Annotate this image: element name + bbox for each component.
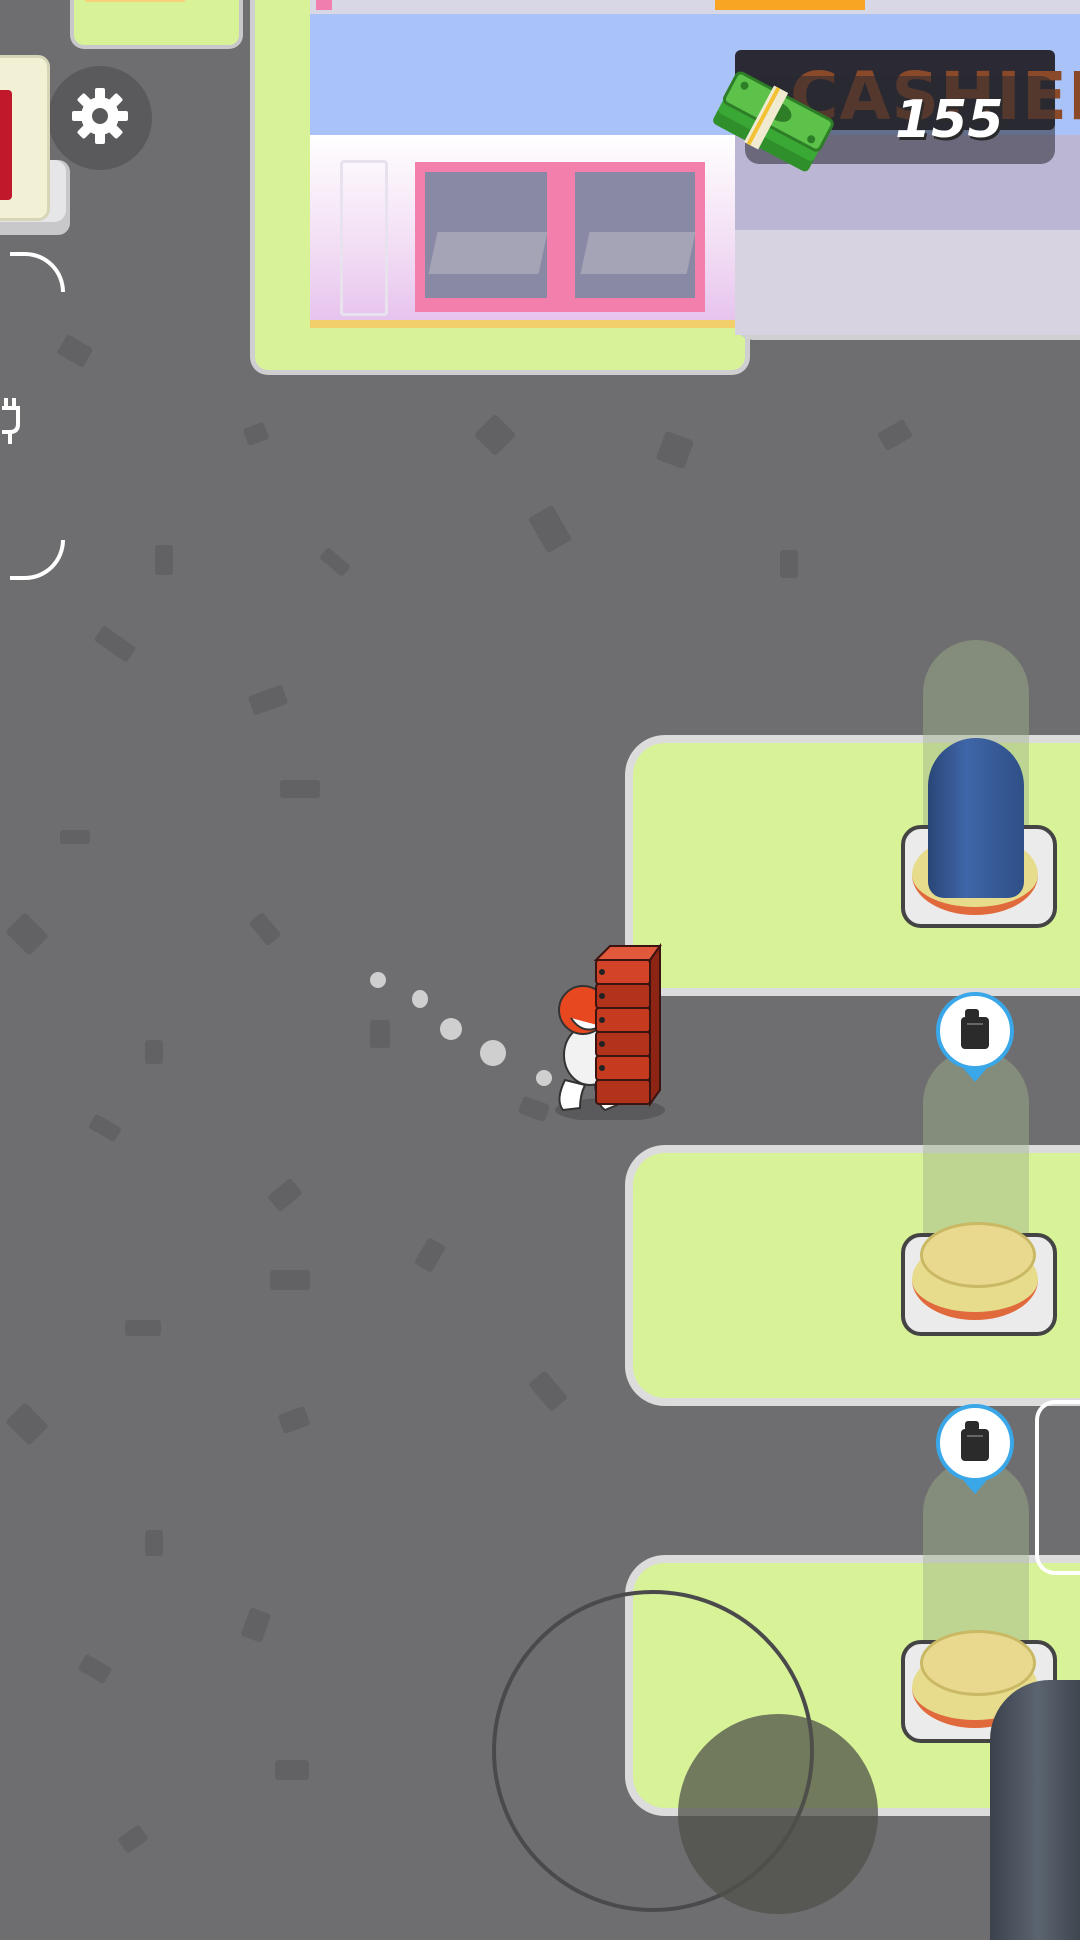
roof-strip-orange [715,0,865,10]
gas-canister-stack [592,942,664,1108]
building-trim [85,0,185,2]
hint-arc-top [10,252,65,292]
joystick-knob[interactable] [678,1714,878,1914]
parking-spot-outline [1035,1400,1080,1575]
shop-door [340,160,388,316]
gas-canister-icon [957,1007,993,1055]
fuel-tank [928,738,1024,898]
shop-window [415,162,705,312]
money-value: 155 [895,90,1004,150]
gear-icon [70,86,130,150]
gas-canister-icon [957,1419,993,1467]
fuel-request-pin [936,992,1014,1070]
vending-machine-screen [0,90,12,200]
settings-button[interactable] [48,66,152,170]
customer-car [990,1680,1080,1940]
shop-floor-trim [310,320,735,328]
shop-roof-edge [310,0,1080,14]
building-fragment [70,0,243,49]
roof-strip-pink [316,0,332,10]
plug-icon [0,396,22,450]
hint-arc-bottom [10,540,65,580]
cash-stack-icon [700,58,840,188]
fuel-request-pin [936,1404,1014,1482]
